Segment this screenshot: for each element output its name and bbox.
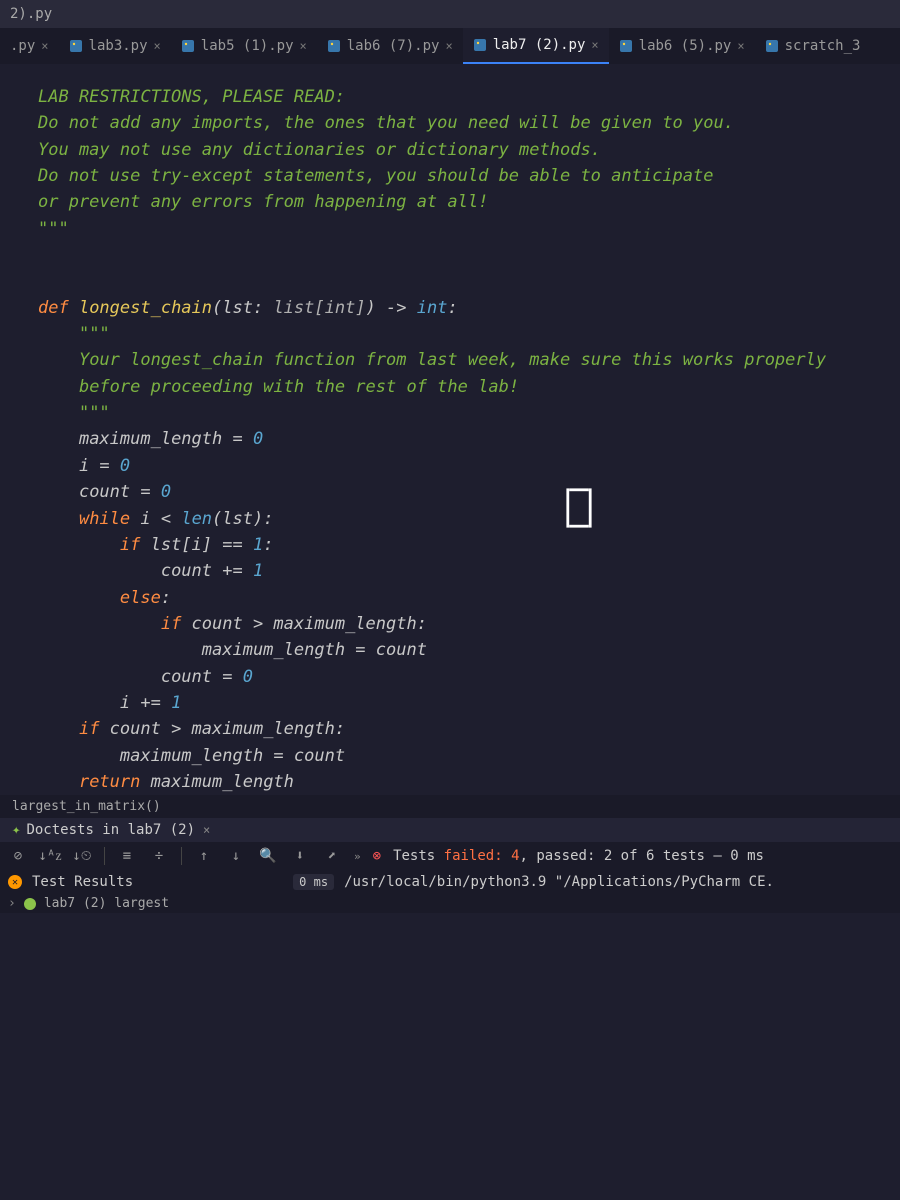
tab-label: .py — [10, 38, 35, 54]
python-file-icon — [327, 39, 341, 53]
test-results-label: Test Results — [32, 874, 133, 890]
pytest-icon: ✦ — [12, 822, 20, 838]
breadcrumb-symbol: largest_in_matrix() — [12, 799, 161, 814]
code-line: if count > maximum_length: — [30, 611, 900, 637]
stop-button[interactable]: ⊘ — [8, 846, 28, 866]
code-breadcrumb[interactable]: largest_in_matrix() — [0, 795, 900, 818]
code-line: before proceeding with the rest of the l… — [30, 374, 900, 400]
code-line: def longest_chain(lst: list[int]) -> int… — [30, 295, 900, 321]
close-icon[interactable]: × — [445, 39, 452, 53]
python-file-icon — [181, 39, 195, 53]
code-line: count += 1 — [30, 558, 900, 584]
close-icon[interactable]: × — [41, 39, 48, 53]
tab-label: scratch_3 — [785, 38, 861, 54]
close-icon[interactable]: × — [300, 39, 307, 53]
divider — [104, 847, 105, 865]
timing-badge: 0 ms — [293, 874, 334, 890]
code-line: or prevent any errors from happening at … — [30, 189, 900, 215]
chevron-right-icon[interactable]: › — [8, 896, 16, 911]
python-file-icon — [765, 39, 779, 53]
status-dot-icon — [24, 898, 36, 910]
test-tree-row[interactable]: › lab7 (2) largest — [0, 894, 900, 913]
code-line: while i < len(lst): — [30, 506, 900, 532]
divider — [181, 847, 182, 865]
tab-lab6-7[interactable]: lab6 (7).py × — [317, 28, 463, 64]
python-file-icon — [69, 39, 83, 53]
tab-label: lab3.py — [89, 38, 148, 54]
tab-lab6-5[interactable]: lab6 (5).py × — [609, 28, 755, 64]
tab-py[interactable]: .py × — [0, 28, 59, 64]
sort-by-duration-button[interactable]: ↓⏲ — [72, 846, 92, 866]
code-line: count = 0 — [30, 479, 900, 505]
sort-alphabetically-button[interactable]: ↓ᴬᴢ — [40, 846, 60, 866]
code-line: """ — [30, 216, 900, 242]
tab-label: lab7 (2).py — [493, 37, 586, 53]
expand-all-button[interactable]: ≡ — [117, 846, 137, 866]
code-line: if lst[i] == 1: — [30, 532, 900, 558]
code-line: else: — [30, 585, 900, 611]
code-line: LAB RESTRICTIONS, PLEASE READ: — [30, 84, 900, 110]
tab-label: lab5 (1).py — [201, 38, 294, 54]
import-button[interactable]: ⬇ — [290, 846, 310, 866]
run-config-name: Doctests in lab7 (2) — [26, 822, 195, 838]
code-line: count = 0 — [30, 664, 900, 690]
tab-lab7-2[interactable]: lab7 (2).py × — [463, 28, 609, 64]
code-line: Do not use try-except statements, you sh… — [30, 163, 900, 189]
tab-bar: .py × lab3.py × lab5 (1).py × lab6 (7).p… — [0, 28, 900, 64]
close-icon[interactable]: × — [154, 39, 161, 53]
code-line: if count > maximum_length: — [30, 716, 900, 742]
collapse-all-button[interactable]: ÷ — [149, 846, 169, 866]
code-editor[interactable]: LAB RESTRICTIONS, PLEASE READ: Do not ad… — [0, 64, 900, 795]
more-icon[interactable]: » — [354, 850, 361, 863]
test-toolbar: ⊘ ↓ᴬᴢ ↓⏲ ≡ ÷ ↑ ↓ 🔍 ⬇ ⬈ » ⊗ Tests failed:… — [0, 842, 900, 870]
test-node-label: lab7 (2) largest — [44, 896, 169, 911]
code-line: maximum_length = 0 — [30, 426, 900, 452]
search-button[interactable]: 🔍 — [258, 846, 278, 866]
code-line: i = 0 — [30, 453, 900, 479]
run-panel-header: ✦ Doctests in lab7 (2) × — [0, 818, 900, 842]
test-results-row[interactable]: ✕ Test Results 0 ms /usr/local/bin/pytho… — [0, 870, 900, 894]
code-line — [30, 268, 900, 294]
interpreter-path: /usr/local/bin/python3.9 "/Applications/… — [344, 874, 774, 890]
code-line: maximum_length = count — [30, 743, 900, 769]
code-line: return maximum_length — [30, 769, 900, 795]
code-line: You may not use any dictionaries or dict… — [30, 137, 900, 163]
tab-label: lab6 (7).py — [347, 38, 440, 54]
code-line: maximum_length = count — [30, 637, 900, 663]
prev-failed-button[interactable]: ↑ — [194, 846, 214, 866]
tab-scratch3[interactable]: scratch_3 — [755, 28, 871, 64]
tab-lab3[interactable]: lab3.py × — [59, 28, 171, 64]
next-failed-button[interactable]: ↓ — [226, 846, 246, 866]
python-file-icon — [473, 38, 487, 52]
tab-lab5-1[interactable]: lab5 (1).py × — [171, 28, 317, 64]
close-icon[interactable]: × — [203, 823, 210, 837]
breadcrumb-file: 2).py — [10, 6, 52, 22]
code-line — [30, 242, 900, 268]
code-line: Your longest_chain function from last we… — [30, 347, 900, 373]
fail-status-icon: ⊗ — [373, 848, 381, 864]
code-line: """ — [30, 400, 900, 426]
code-line: Do not add any imports, the ones that yo… — [30, 110, 900, 136]
close-icon[interactable]: × — [591, 38, 598, 52]
close-icon[interactable]: × — [737, 39, 744, 53]
code-line: i += 1 — [30, 690, 900, 716]
text-cursor — [566, 488, 591, 527]
breadcrumb: 2).py — [0, 0, 900, 28]
export-button[interactable]: ⬈ — [322, 846, 342, 866]
code-line: """ — [30, 321, 900, 347]
warning-icon: ✕ — [8, 875, 22, 889]
test-summary: Tests failed: 4, passed: 2 of 6 tests – … — [393, 848, 764, 864]
tab-label: lab6 (5).py — [639, 38, 732, 54]
python-file-icon — [619, 39, 633, 53]
